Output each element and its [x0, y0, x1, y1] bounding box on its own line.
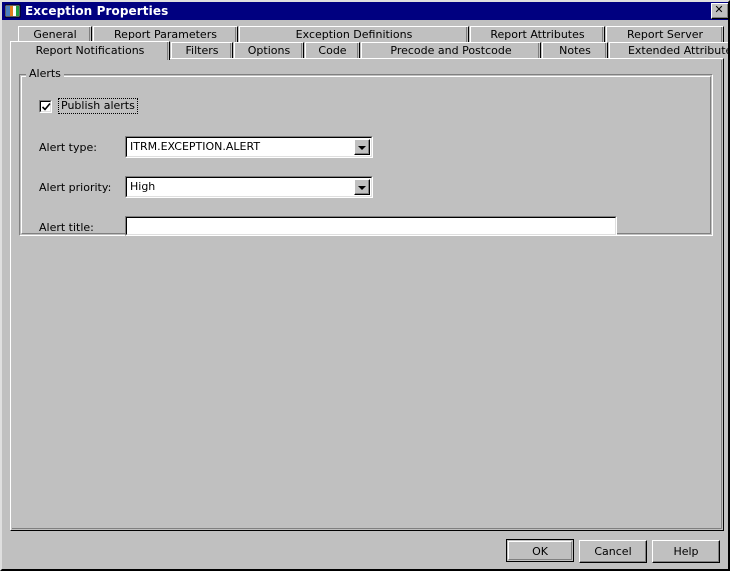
- tab-code[interactable]: Code: [305, 42, 360, 59]
- tab-label: Notes: [559, 44, 591, 57]
- close-glyph: ✕: [714, 3, 724, 16]
- exception-properties-dialog: Exception Properties ✕ General Report Par…: [0, 0, 730, 571]
- alerts-group-label: Alerts: [26, 68, 64, 80]
- cancel-button-label: Cancel: [594, 545, 632, 558]
- publish-alerts-checkbox[interactable]: Publish alerts: [39, 98, 138, 114]
- tab-row-2: Report Notifications Filters Options Code Pr…: [10, 41, 728, 60]
- tab-report-attributes[interactable]: Report Attributes: [470, 26, 605, 43]
- alert-title-label: Alert title:: [39, 221, 94, 234]
- tab-page-report-notifications: Alerts Publish alerts Alert type: ITRM.E…: [10, 58, 724, 531]
- tab-label: Precode and Postcode: [390, 44, 512, 57]
- alert-priority-dropdown-arrow: [358, 186, 366, 190]
- tab-label: Options: [247, 44, 291, 57]
- alert-type-label: Alert type:: [39, 141, 97, 154]
- ok-button-face: OK: [508, 541, 572, 560]
- close-icon[interactable]: ✕: [711, 3, 728, 19]
- alert-type-combobox[interactable]: ITRM.EXCEPTION.ALERT: [125, 136, 373, 158]
- tab-label: Extended Attributes: [627, 44, 730, 57]
- window-title: Exception Properties: [25, 4, 169, 18]
- tab-report-notifications[interactable]: Report Notifications: [10, 41, 170, 60]
- chevron-down-icon[interactable]: [354, 139, 370, 155]
- tab-strip: General Report Parameters Exception Defini…: [10, 26, 728, 60]
- title-bar[interactable]: Exception Properties ✕: [2, 2, 728, 20]
- alert-title-input[interactable]: [125, 216, 617, 236]
- help-button[interactable]: Help: [652, 540, 720, 563]
- checkbox-box[interactable]: [39, 99, 52, 113]
- tab-label: Report Server: [626, 28, 704, 41]
- alert-priority-combobox[interactable]: High: [125, 176, 373, 198]
- tab-label: Report Parameters: [114, 28, 217, 41]
- ok-button[interactable]: OK: [506, 539, 574, 562]
- tab-extended-attributes[interactable]: Extended Attributes: [609, 42, 730, 59]
- tab-filters[interactable]: Filters: [171, 42, 233, 59]
- tab-exception-definitions[interactable]: Exception Definitions: [239, 26, 469, 43]
- alert-type-value: ITRM.EXCEPTION.ALERT: [130, 140, 261, 153]
- tab-precode-and-postcode[interactable]: Precode and Postcode: [361, 42, 541, 59]
- alert-priority-label: Alert priority:: [39, 181, 112, 194]
- tab-label: Report Notifications: [35, 44, 145, 57]
- alert-priority-value: High: [130, 180, 156, 193]
- tab-label: Report Attributes: [490, 28, 585, 41]
- tab-label: Exception Definitions: [295, 28, 413, 41]
- app-properties-icon: [4, 4, 21, 18]
- tab-label: Code: [318, 44, 347, 57]
- cancel-button[interactable]: Cancel: [579, 540, 647, 563]
- tab-notes[interactable]: Notes: [542, 42, 608, 59]
- alert-title-input-field: [126, 217, 616, 235]
- publish-alerts-label: Publish alerts: [58, 98, 138, 114]
- alert-type-dropdown-arrow: [358, 146, 366, 150]
- alerts-group-box: Alerts Publish alerts Alert type: ITRM.E…: [19, 68, 713, 236]
- tab-options[interactable]: Options: [234, 42, 304, 59]
- chevron-down-icon[interactable]: [354, 179, 370, 195]
- tab-report-server[interactable]: Report Server: [606, 26, 724, 43]
- tab-label: General: [33, 28, 77, 41]
- tab-label: Filters: [185, 44, 219, 57]
- help-button-label: Help: [673, 545, 699, 558]
- checkmark-icon: [41, 102, 51, 111]
